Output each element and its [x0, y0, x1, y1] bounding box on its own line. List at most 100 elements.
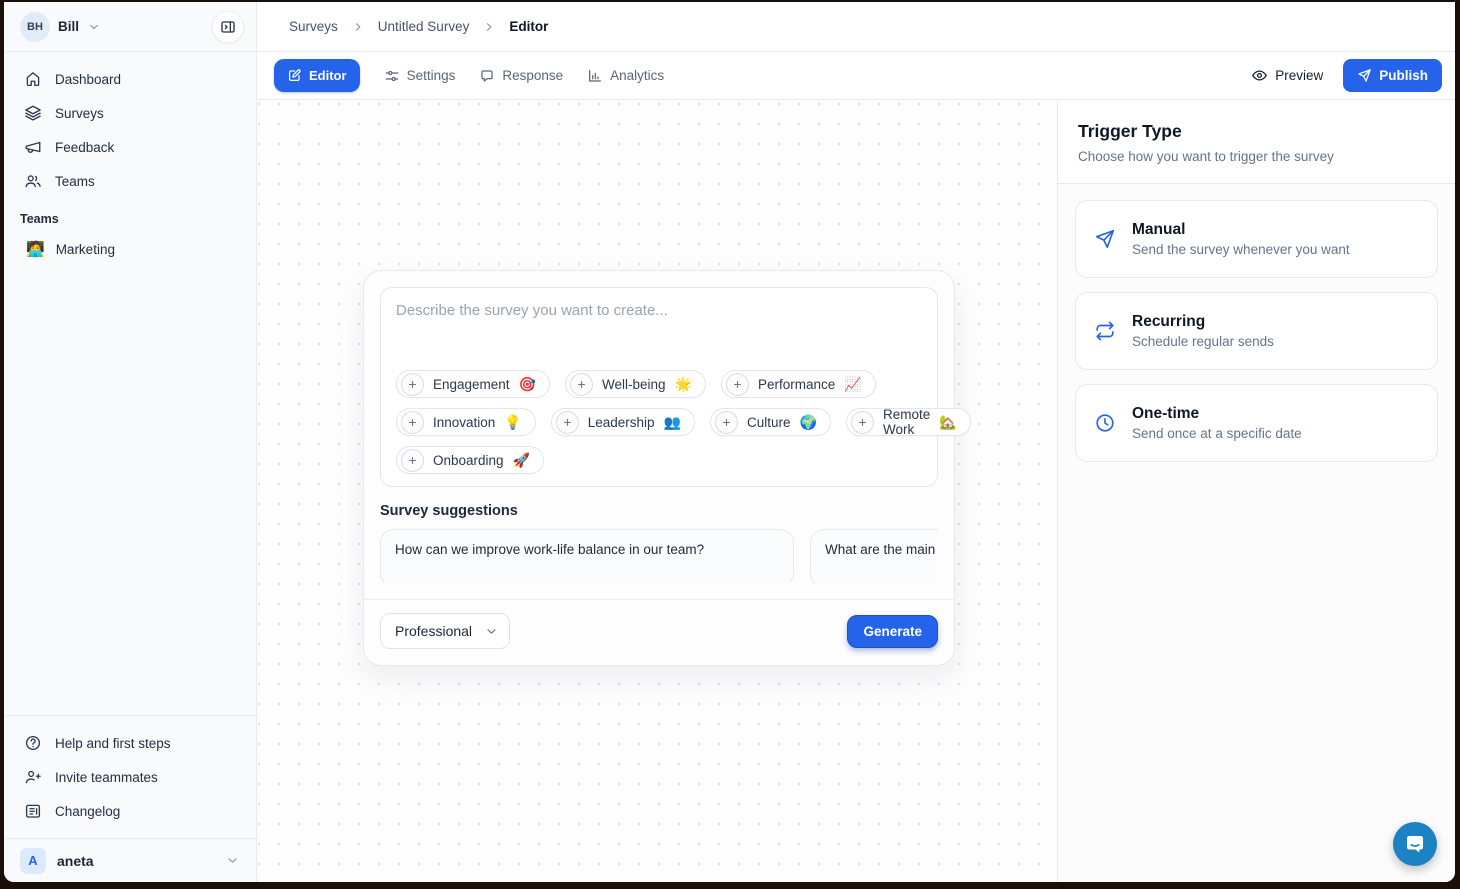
topic-chip-onboarding[interactable]: Onboarding 🚀 — [396, 446, 544, 474]
chat-launcher-button[interactable] — [1393, 822, 1437, 866]
sidebar-item-invite[interactable]: Invite teammates — [12, 760, 248, 794]
plus-icon — [401, 411, 424, 434]
sidebar-item-label: Teams — [55, 174, 95, 189]
workspace-name: Bill — [58, 19, 79, 34]
suggestion-card[interactable]: What are the main ob — [810, 529, 938, 583]
home-icon — [24, 70, 42, 88]
repeat-icon — [1094, 320, 1116, 342]
sidebar-item-label: Invite teammates — [55, 770, 158, 785]
tab-label: Settings — [407, 68, 456, 83]
suggestions-title: Survey suggestions — [380, 503, 938, 519]
tab-response[interactable]: Response — [479, 68, 563, 84]
sidebar-item-surveys[interactable]: Surveys — [12, 96, 248, 130]
breadcrumb-surveys[interactable]: Surveys — [289, 19, 338, 34]
topic-chip-culture[interactable]: Culture 🌍 — [710, 408, 831, 436]
ai-survey-composer: Engagement 🎯 Well-being 🌟 — [363, 270, 955, 666]
app-window: BH Bill Dashboard — [4, 2, 1455, 882]
topic-chip-label: Innovation — [433, 415, 495, 430]
publish-button[interactable]: Publish — [1343, 59, 1442, 92]
topic-chip-leadership[interactable]: Leadership 👥 — [551, 408, 695, 436]
topic-chip-label: Performance — [758, 377, 835, 392]
topic-chip-label: Leadership — [588, 415, 655, 430]
topic-chip-well-being[interactable]: Well-being 🌟 — [565, 370, 706, 398]
sidebar-item-feedback[interactable]: Feedback — [12, 130, 248, 164]
trigger-option-title: One-time — [1132, 405, 1302, 423]
team-emoji: 🧑‍💻 — [26, 242, 45, 257]
sidebar-collapse-button[interactable] — [212, 11, 244, 43]
tone-select[interactable]: Professional — [380, 613, 510, 649]
teams-section-header: Teams — [4, 198, 256, 232]
sidebar-item-changelog[interactable]: Changelog — [12, 794, 248, 828]
chevron-down-icon — [225, 853, 240, 868]
sidebar-item-teams[interactable]: Teams — [12, 164, 248, 198]
breadcrumb-editor: Editor — [509, 19, 548, 34]
clock-icon — [1094, 412, 1116, 434]
plus-icon — [556, 411, 579, 434]
trigger-option-one-time[interactable]: One-time Send once at a specific date — [1075, 384, 1438, 462]
pencil-square-icon — [287, 68, 302, 83]
topic-chip-emoji: 🌟 — [675, 377, 692, 391]
panel-body: Manual Send the survey whenever you want… — [1058, 184, 1455, 492]
preview-label: Preview — [1275, 68, 1323, 83]
topic-chip-label: Well-being — [602, 377, 666, 392]
sidebar-item-dashboard[interactable]: Dashboard — [12, 62, 248, 96]
team-label: Marketing — [56, 242, 115, 257]
panel-header: Trigger Type Choose how you want to trig… — [1058, 100, 1455, 184]
tone-select-value: Professional — [395, 623, 472, 639]
topic-chip-performance[interactable]: Performance 📈 — [721, 370, 876, 398]
sidebar-item-label: Help and first steps — [55, 736, 171, 751]
topic-chip-label: Onboarding — [433, 453, 504, 468]
send-icon — [1357, 68, 1372, 83]
send-icon — [1094, 228, 1116, 250]
sidebar-item-label: Surveys — [55, 106, 104, 121]
users-icon — [24, 172, 42, 190]
panel-subtitle: Choose how you want to trigger the surve… — [1078, 149, 1435, 164]
panel-right-icon — [220, 19, 236, 35]
megaphone-icon — [24, 138, 42, 156]
editor-canvas: Engagement 🎯 Well-being 🌟 — [257, 100, 1057, 882]
tab-label: Response — [502, 68, 563, 83]
suggestion-card[interactable]: How can we improve work-life balance in … — [380, 529, 794, 583]
topic-chip-innovation[interactable]: Innovation 💡 — [396, 408, 536, 436]
trigger-option-title: Manual — [1132, 221, 1350, 239]
sidebar-item-help[interactable]: Help and first steps — [12, 726, 248, 760]
trigger-option-recurring[interactable]: Recurring Schedule regular sends — [1075, 292, 1438, 370]
eye-icon — [1251, 67, 1268, 84]
topic-chips: Engagement 🎯 Well-being 🌟 — [396, 370, 922, 474]
plus-icon — [401, 449, 424, 472]
account-avatar: A — [20, 848, 46, 874]
sidebar-item-label: Feedback — [55, 140, 114, 155]
workspace-switcher[interactable]: BH Bill — [4, 2, 256, 52]
trigger-option-manual[interactable]: Manual Send the survey whenever you want — [1075, 200, 1438, 278]
message-square-icon — [479, 68, 495, 84]
topic-chip-remote-work[interactable]: Remote Work 🏡 — [846, 408, 971, 436]
bar-chart-icon — [587, 68, 603, 84]
tab-settings[interactable]: Settings — [384, 68, 456, 84]
topic-chip-emoji: 👥 — [664, 415, 681, 429]
topic-chip-emoji: 📈 — [844, 377, 861, 391]
trigger-option-description: Send once at a specific date — [1132, 426, 1302, 441]
publish-label: Publish — [1379, 68, 1428, 83]
prompt-box: Engagement 🎯 Well-being 🌟 — [380, 287, 938, 487]
suggestions-row: How can we improve work-life balance in … — [380, 529, 938, 583]
topic-chip-label: Culture — [747, 415, 791, 430]
plus-icon — [726, 373, 749, 396]
topic-chip-label: Engagement — [433, 377, 510, 392]
tab-analytics[interactable]: Analytics — [587, 68, 664, 84]
generate-button[interactable]: Generate — [847, 615, 938, 648]
chevron-right-icon — [482, 20, 496, 34]
tab-label: Analytics — [610, 68, 664, 83]
breadcrumb-untitled-survey[interactable]: Untitled Survey — [378, 19, 470, 34]
plus-icon — [570, 373, 593, 396]
trigger-type-panel: Trigger Type Choose how you want to trig… — [1057, 100, 1455, 882]
sidebar-team-marketing[interactable]: 🧑‍💻 Marketing — [12, 232, 248, 266]
chat-bubble-icon — [1403, 832, 1427, 856]
preview-button[interactable]: Preview — [1251, 67, 1323, 84]
tab-editor[interactable]: Editor — [274, 59, 360, 92]
sliders-icon — [384, 68, 400, 84]
topic-chip-emoji: 🚀 — [513, 453, 530, 467]
survey-prompt-input[interactable] — [396, 302, 922, 358]
account-menu[interactable]: A aneta — [4, 838, 256, 882]
topic-chip-engagement[interactable]: Engagement 🎯 — [396, 370, 550, 398]
chevron-down-icon — [484, 624, 499, 639]
